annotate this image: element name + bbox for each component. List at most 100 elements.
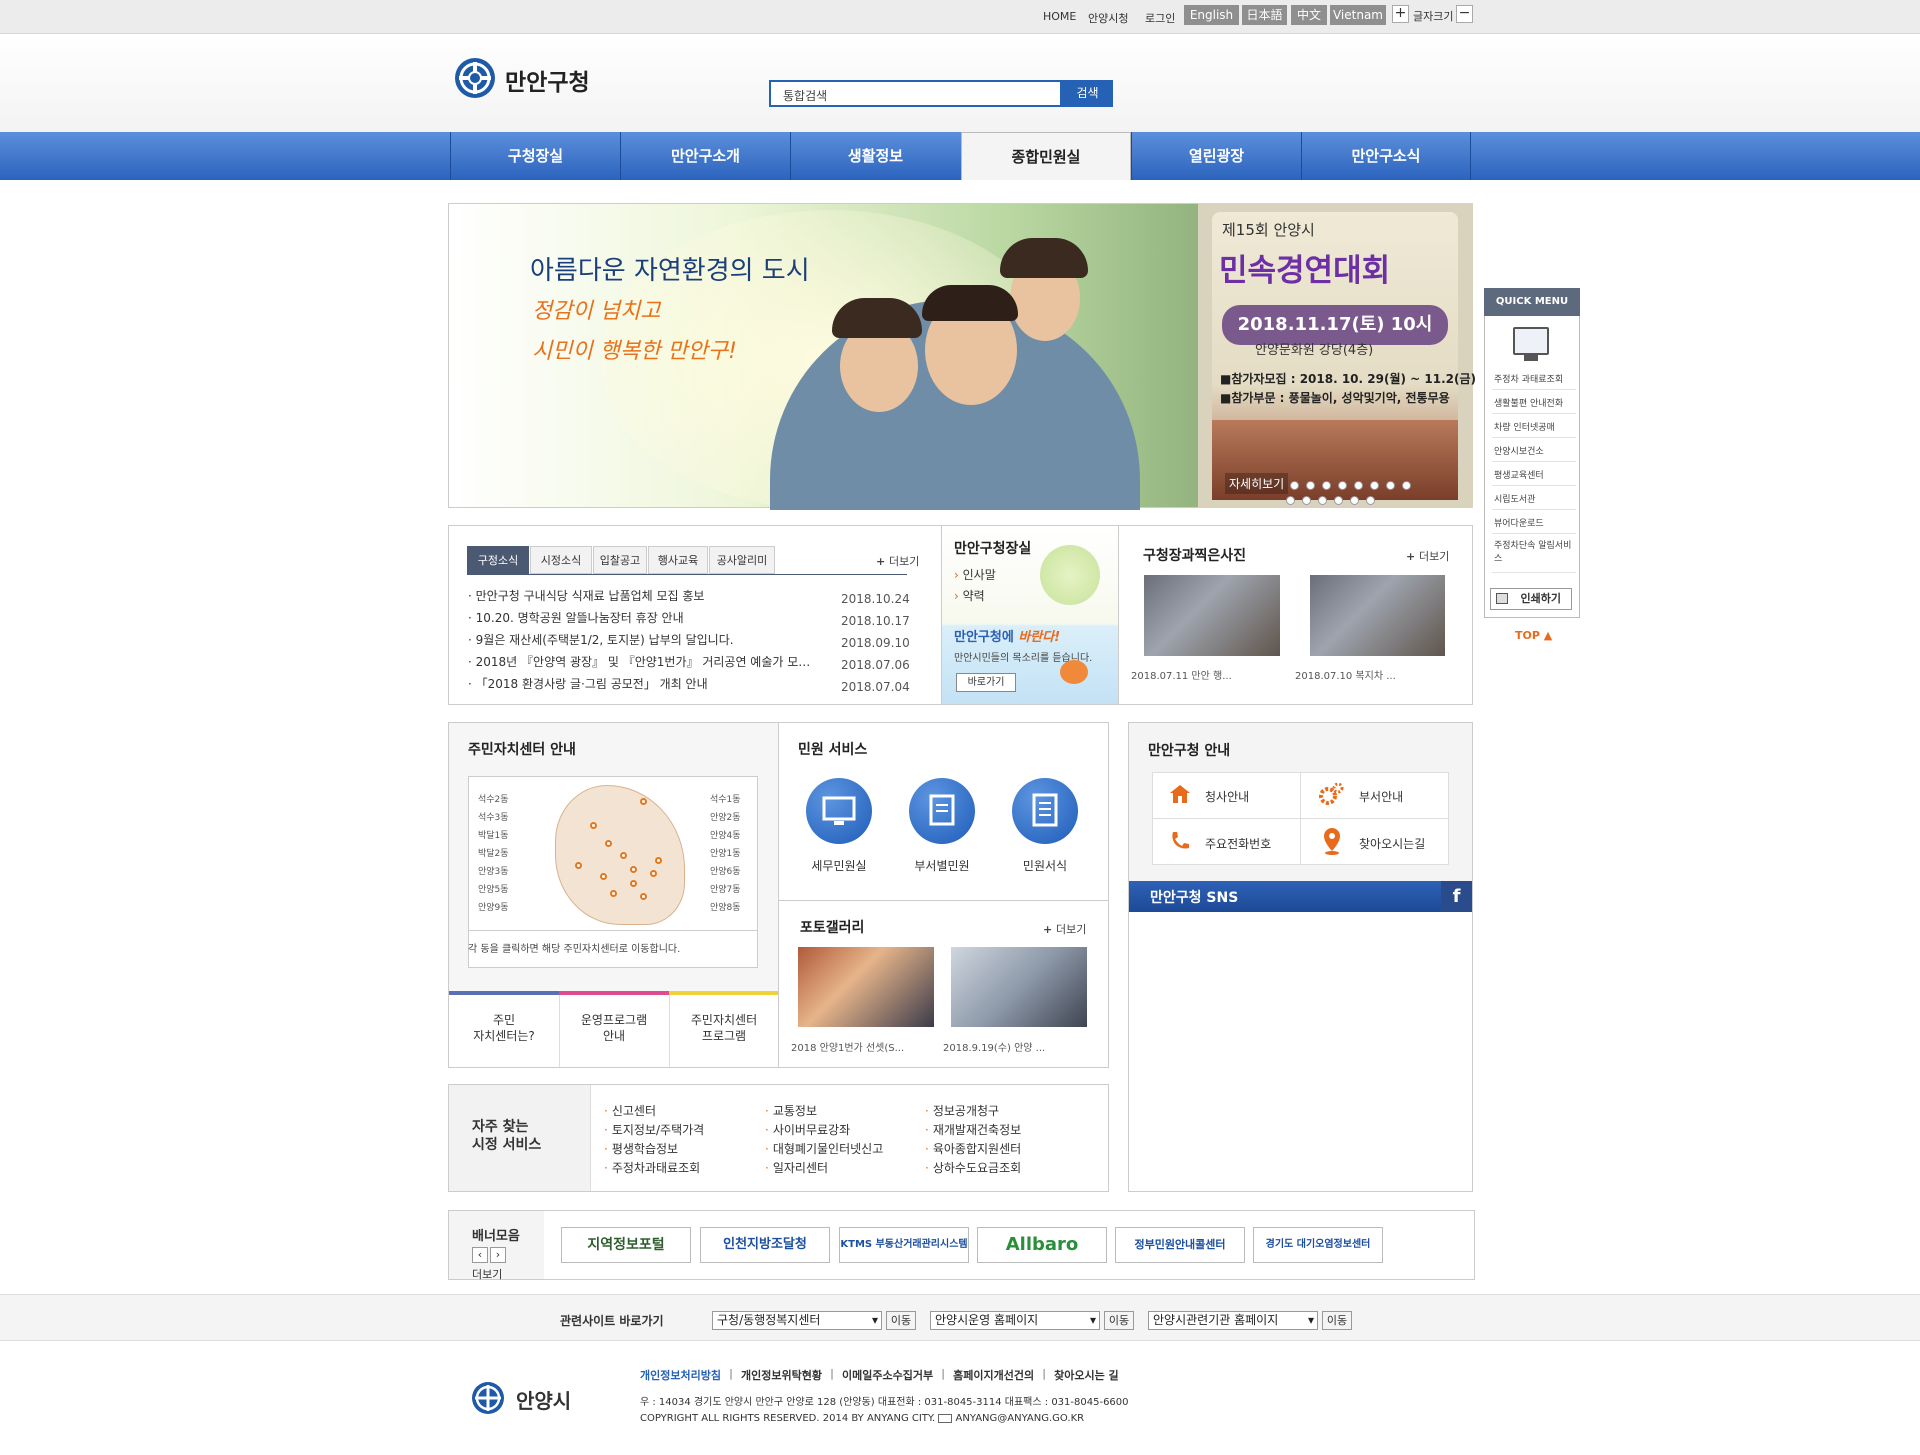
nav-item-news[interactable]: 만안구소식: [1301, 132, 1471, 180]
slider-dot[interactable]: [1402, 481, 1411, 490]
tab-city-news[interactable]: 시정소식: [530, 546, 592, 574]
banner-next-button[interactable]: ›: [490, 1247, 506, 1263]
login-link[interactable]: 로그인: [1145, 10, 1175, 26]
footer-link-email-refusal[interactable]: 이메일주소수집거부: [842, 1367, 933, 1383]
monitor-icon[interactable]: [806, 778, 872, 844]
footer-link-privacy[interactable]: 개인정보처리방침: [640, 1367, 721, 1383]
center-label[interactable]: 안양3동: [478, 863, 509, 881]
promo-go-button[interactable]: 바로가기: [956, 673, 1016, 692]
top-button[interactable]: TOP ▲: [1515, 629, 1552, 642]
center-tab-programs[interactable]: 주민자치센터 프로그램: [669, 1012, 779, 1044]
mayor-photo-thumb[interactable]: [1144, 575, 1280, 656]
notice-more-link[interactable]: + 더보기: [876, 553, 919, 569]
frequent-link[interactable]: 평생학습정보: [604, 1140, 704, 1159]
mayor-photo-thumb[interactable]: [1310, 575, 1445, 656]
anyang-city-link[interactable]: 안양시청: [1088, 10, 1128, 26]
center-label[interactable]: 박달1동: [478, 827, 509, 845]
frequent-link[interactable]: 교통정보: [765, 1102, 883, 1121]
frequent-link[interactable]: 주정차과태료조회: [604, 1159, 704, 1178]
photos-more-link[interactable]: + 더보기: [1406, 548, 1449, 564]
related-go-button[interactable]: 이동: [886, 1311, 916, 1330]
font-decrease-button[interactable]: −: [1456, 5, 1473, 23]
map-location-marker[interactable]: [640, 798, 647, 805]
mayor-greeting-link[interactable]: › 인사말: [954, 566, 996, 583]
slider-dot[interactable]: [1322, 481, 1331, 490]
promo-title[interactable]: 만안구청에 바란다!: [954, 626, 1060, 645]
banner-air-quality[interactable]: 경기도 대기오염정보센터: [1253, 1227, 1383, 1263]
quick-item[interactable]: 주정차 과태료조회: [1492, 369, 1576, 390]
gallery-title[interactable]: 포토갤러리: [800, 917, 864, 937]
service-label[interactable]: 세무민원실: [794, 857, 884, 874]
map-location-marker[interactable]: [575, 862, 582, 869]
lang-chinese[interactable]: 中文: [1291, 5, 1327, 25]
related-select-district[interactable]: 구청/동행정복지센터 ▾: [712, 1311, 882, 1330]
banner-more-link[interactable]: 더보기: [472, 1266, 502, 1282]
home-link[interactable]: HOME: [1043, 10, 1076, 23]
center-label[interactable]: 안양4동: [710, 827, 741, 845]
tab-events[interactable]: 행사교육: [648, 546, 708, 574]
center-label[interactable]: 안양1동: [710, 845, 741, 863]
quick-item[interactable]: 주정차단속 알림서비스: [1492, 537, 1576, 573]
footer-link-directions[interactable]: 찾아오시는 길: [1054, 1367, 1119, 1383]
related-select-agency[interactable]: 안양시관련기관 홈페이지 ▾: [1148, 1311, 1318, 1330]
slider-dot[interactable]: [1386, 481, 1395, 490]
notice-item[interactable]: · 10.20. 명학공원 알뜰나눔장터 휴장 안내: [468, 609, 828, 626]
banner-gov-callcenter[interactable]: 정부민원안내콜센터: [1115, 1227, 1245, 1263]
gallery-caption[interactable]: 2018.9.19(수) 안양 ...: [943, 1039, 1045, 1054]
slider-dot[interactable]: [1290, 481, 1299, 490]
nav-item-about[interactable]: 만안구소개: [620, 132, 790, 180]
font-increase-button[interactable]: +: [1392, 5, 1409, 23]
service-label[interactable]: 부서별민원: [897, 857, 987, 874]
notice-item[interactable]: · 「2018 환경사랑 글·그림 공모전」 개최 안내: [468, 675, 828, 692]
slider-dot[interactable]: [1318, 496, 1327, 505]
frequent-link[interactable]: 육아종합지원센터: [925, 1140, 1021, 1159]
gallery-caption[interactable]: 2018 안양1번가 선셋(S...: [791, 1039, 904, 1054]
banner-incheon-procurement[interactable]: 인천지방조달청: [700, 1227, 830, 1263]
center-label[interactable]: 안양9동: [478, 899, 509, 917]
search-button[interactable]: 검색: [1062, 80, 1113, 107]
slider-dot[interactable]: [1350, 496, 1359, 505]
frequent-link[interactable]: 토지정보/주택가격: [604, 1121, 704, 1140]
manan-logo-icon[interactable]: [455, 58, 495, 98]
notice-item[interactable]: · 9월은 재산세(주택분1/2, 토지분) 납부의 달입니다.: [468, 631, 828, 648]
gallery-thumb[interactable]: [798, 947, 934, 1027]
center-label[interactable]: 안양2동: [710, 809, 741, 827]
related-select-city[interactable]: 안양시운영 홈페이지 ▾: [930, 1311, 1100, 1330]
quick-item[interactable]: 평생교육센터: [1492, 465, 1576, 486]
banner-ktms[interactable]: KTMS 부동산거래관리시스템: [839, 1227, 969, 1263]
slider-dot[interactable]: [1370, 481, 1379, 490]
map-location-marker[interactable]: [630, 880, 637, 887]
quick-item[interactable]: 차량 인터넷공매: [1492, 417, 1576, 438]
slider-dot[interactable]: [1354, 481, 1363, 490]
quick-item[interactable]: 생활불편 안내전화: [1492, 393, 1576, 414]
slider-dot[interactable]: [1302, 496, 1311, 505]
map-location-marker[interactable]: [600, 873, 607, 880]
slider-dot[interactable]: [1286, 496, 1295, 505]
map-location-marker[interactable]: [620, 852, 627, 859]
quick-item[interactable]: 시립도서관: [1492, 489, 1576, 510]
mayor-photos-title[interactable]: 구청장과찍은사진: [1143, 545, 1246, 565]
center-label[interactable]: 안양5동: [478, 881, 509, 899]
mayor-photo-caption[interactable]: 2018.07.10 복지차 ...: [1295, 667, 1396, 682]
slider-dot[interactable]: [1338, 481, 1347, 490]
search-input[interactable]: 통합검색: [769, 80, 1062, 107]
map-location-marker[interactable]: [590, 822, 597, 829]
center-tab-about[interactable]: 주민 자치센터는?: [449, 1012, 559, 1044]
footer-link-suggestion[interactable]: 홈페이지개선건의: [953, 1367, 1034, 1383]
gallery-more-link[interactable]: + 더보기: [1043, 921, 1086, 937]
form-icon[interactable]: [1012, 778, 1078, 844]
nav-item-life[interactable]: 생활정보: [790, 132, 960, 180]
logo-text[interactable]: 만안구청: [505, 63, 590, 97]
footer-email[interactable]: ANYANG@ANYANG.GO.KR: [956, 1413, 1085, 1424]
nav-item-mayor[interactable]: 구청장실: [450, 132, 620, 180]
center-label[interactable]: 박달2동: [478, 845, 509, 863]
banner-allbaro[interactable]: Allbaro: [977, 1227, 1107, 1263]
frequent-link[interactable]: 일자리센터: [765, 1159, 883, 1178]
center-tab-programs-guide[interactable]: 운영프로그램 안내: [559, 1012, 669, 1044]
slider-dot[interactable]: [1334, 496, 1343, 505]
slider-dot[interactable]: [1306, 481, 1315, 490]
poster-more-link[interactable]: 자세히보기: [1225, 473, 1289, 494]
map-location-marker[interactable]: [655, 857, 662, 864]
tab-construction[interactable]: 공사알리미: [709, 546, 775, 574]
quick-item[interactable]: 뷰어다운로드: [1492, 513, 1576, 534]
